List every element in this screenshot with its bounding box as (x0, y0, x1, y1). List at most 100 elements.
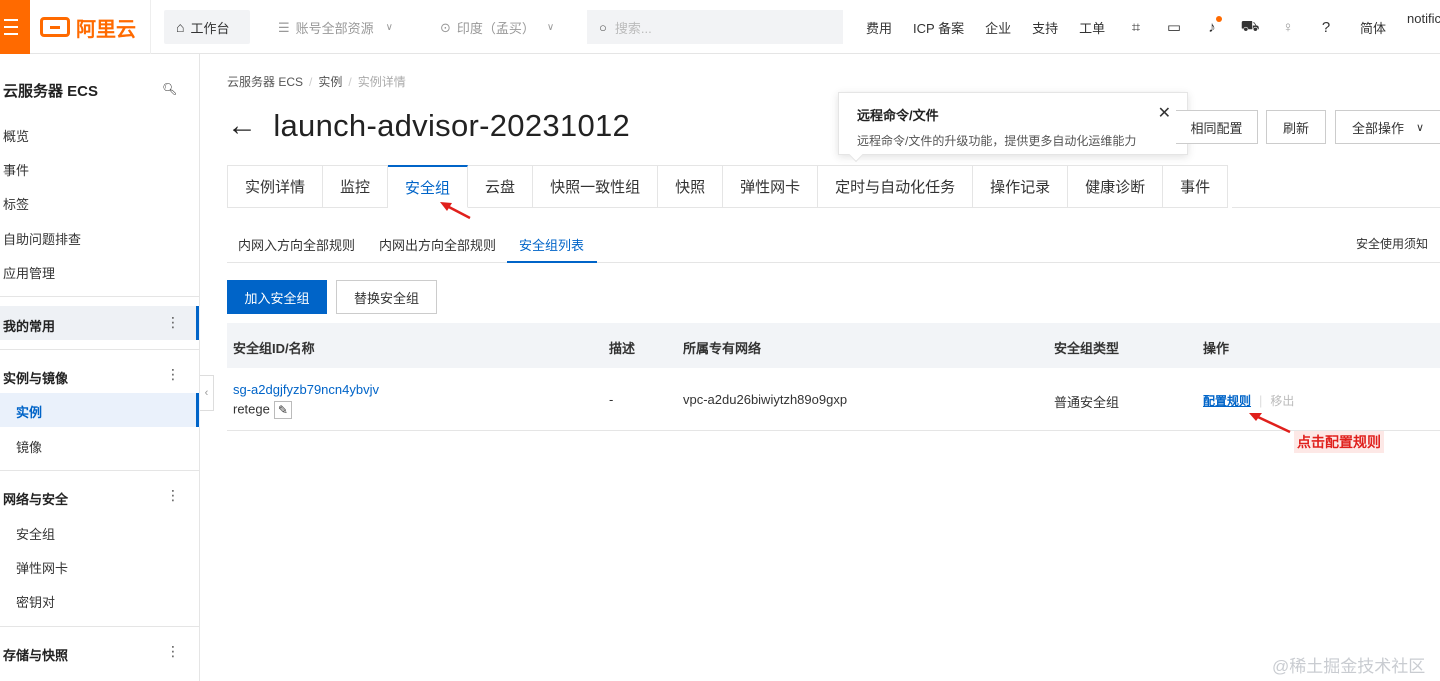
stack-icon: ☰ (278, 19, 290, 35)
popover-title: 远程命令/文件 (857, 108, 939, 123)
sidebar-group-instances[interactable]: 实例与镜像 (3, 368, 68, 387)
top-links: 费用 ICP 备案 企业 支持 工单 (866, 0, 1126, 54)
column-header-actions: 操作 (1203, 341, 1230, 356)
sidebar-item-image[interactable]: 镜像 (16, 437, 42, 456)
language-switch[interactable]: 简体 (1360, 18, 1386, 37)
all-actions-label: 全部操作 (1352, 120, 1405, 136)
chevron-down-icon: ∨ (385, 22, 393, 33)
column-header-type: 安全组类型 (1054, 341, 1120, 356)
divider (0, 470, 199, 471)
search-icon[interactable]: 🔍︎ (162, 82, 177, 96)
cart-icon[interactable]: ⛟ (1240, 17, 1260, 37)
sidebar-item-instance[interactable]: 实例 (16, 402, 42, 421)
column-header-id: 安全组ID/名称 (233, 341, 315, 356)
back-arrow-icon[interactable]: ← (227, 109, 257, 143)
subtab-sg-list[interactable]: 安全组列表 (519, 235, 584, 254)
edit-icon[interactable]: ✎ (273, 401, 292, 419)
brand-logo[interactable]: 阿里云 (40, 12, 136, 42)
page-title: ← launch-advisor-20231012 (227, 108, 630, 144)
security-notice-link[interactable]: 安全使用须知 (1356, 235, 1428, 252)
close-icon[interactable]: ✕ (1158, 103, 1171, 123)
join-security-group-button[interactable]: 加入安全组 (227, 280, 327, 314)
replace-security-group-button[interactable]: 替换安全组 (336, 280, 437, 314)
tab-instance-details[interactable]: 实例详情 (228, 165, 324, 208)
tab-operation-logs[interactable]: 操作记录 (973, 165, 1069, 208)
bell-icon[interactable]: ♪ (1202, 16, 1222, 37)
tab-health-diagnosis[interactable]: 健康诊断 (1068, 165, 1164, 208)
vpc-cell: vpc-a2du26biwiytzh89o9gxp (683, 392, 848, 407)
sidebar-item-events[interactable]: 事件 (3, 160, 29, 179)
tab-events[interactable]: 事件 (1163, 165, 1229, 208)
column-header-vpc: 所属专有网络 (683, 341, 762, 356)
help-icon[interactable]: ? (1316, 17, 1336, 37)
refresh-button[interactable]: 刷新 (1266, 110, 1326, 144)
user-account[interactable]: notific (1407, 11, 1440, 26)
lightbulb-icon[interactable]: ♀ (1278, 17, 1298, 37)
terminal-icon[interactable]: ▭ (1164, 17, 1184, 37)
top-link-icp[interactable]: ICP 备案 (913, 18, 964, 37)
remove-link[interactable]: 移出 (1270, 394, 1294, 408)
tab-disks[interactable]: 云盘 (468, 165, 534, 208)
region-select[interactable]: ⊙ 印度（孟买） ∨ (440, 18, 554, 37)
chevron-down-icon: ∨ (1416, 121, 1425, 134)
divider (0, 296, 199, 297)
app-icon[interactable]: ⌗ (1126, 17, 1146, 37)
sidebar-item-tags[interactable]: 标签 (3, 194, 29, 213)
sidebar-group-storage[interactable]: 存储与快照 (3, 645, 68, 664)
subtab-underline (507, 261, 597, 263)
sidebar-group-network[interactable]: 网络与安全 (3, 489, 68, 508)
tab-eni[interactable]: 弹性网卡 (723, 165, 819, 208)
annotation-label: 点击配置规则 (1294, 431, 1384, 453)
join-label: 加入安全组 (244, 290, 310, 306)
sidebar: 云服务器 ECS 🔍︎ 概览 事件 标签 自助问题排查 应用管理 我的常用 ⋮ … (0, 54, 200, 681)
search-placeholder: 搜索... (614, 20, 652, 36)
top-link-support[interactable]: 支持 (1032, 18, 1058, 37)
top-bar: 阿里云 ⌂ 工作台 ☰ 账号全部资源 ∨ ⊙ 印度（孟买） ∨ ○ 搜索... … (0, 0, 1440, 54)
home-icon: ⌂ (176, 19, 185, 35)
more-icon[interactable]: ⋮ (166, 366, 180, 383)
popover-arrow (848, 147, 864, 163)
region-label: 印度（孟买） (456, 21, 535, 36)
tab-snapshot-consistency[interactable]: 快照一致性组 (533, 165, 659, 208)
sidebar-item-overview[interactable]: 概览 (3, 126, 29, 145)
sidebar-item-eni[interactable]: 弹性网卡 (16, 558, 68, 577)
desc-cell: - (609, 392, 614, 407)
breadcrumb-instances[interactable]: 实例 (318, 75, 342, 89)
sidebar-item-keypair[interactable]: 密钥对 (16, 592, 55, 611)
breadcrumb-ecs[interactable]: 云服务器 ECS (227, 75, 303, 89)
sidebar-item-security-group[interactable]: 安全组 (16, 524, 55, 543)
tab-snapshots[interactable]: 快照 (658, 165, 724, 208)
collapse-sidebar-button[interactable]: ‹ (200, 375, 214, 411)
tab-security-groups[interactable]: 安全组 (388, 165, 469, 208)
security-group-name-cell: retege ✎ (233, 401, 292, 419)
resource-scope-select[interactable]: ☰ 账号全部资源 ∨ (278, 18, 393, 37)
table-header: 安全组ID/名称 描述 所属专有网络 安全组类型 操作 (227, 323, 1440, 368)
workbench-label: 工作台 (190, 20, 230, 36)
subtab-inbound-rules[interactable]: 内网入方向全部规则 (238, 235, 355, 254)
refresh-label: 刷新 (1282, 120, 1309, 136)
more-icon[interactable]: ⋮ (166, 643, 180, 660)
top-link-billing[interactable]: 费用 (866, 18, 892, 37)
remote-command-popover: 远程命令/文件 远程命令/文件的升级功能，提供更多自动化运维能力 ✕ (838, 92, 1188, 163)
favorites-bar (196, 306, 199, 340)
location-icon: ⊙ (440, 19, 451, 35)
sidebar-group-favorites[interactable]: 我的常用 (3, 316, 55, 335)
more-icon[interactable]: ⋮ (166, 487, 180, 504)
sidebar-item-apps[interactable]: 应用管理 (3, 263, 55, 282)
configure-rules-link[interactable]: 配置规则 (1203, 394, 1251, 408)
security-group-id-link[interactable]: sg-a2dgjfyzb79ncn4ybvjv (233, 382, 379, 397)
sidebar-item-troubleshoot[interactable]: 自助问题排查 (3, 229, 81, 248)
more-icon[interactable]: ⋮ (166, 314, 180, 331)
search-input[interactable]: ○ 搜索... (587, 10, 843, 44)
workbench-button[interactable]: ⌂ 工作台 (164, 10, 250, 44)
subtab-outbound-rules[interactable]: 内网出方向全部规则 (379, 235, 496, 254)
same-config-button[interactable]: 相同配置 (1176, 110, 1258, 144)
tab-scheduled-tasks[interactable]: 定时与自动化任务 (818, 165, 974, 208)
top-link-enterprise[interactable]: 企业 (985, 18, 1011, 37)
tab-monitoring[interactable]: 监控 (323, 165, 389, 208)
all-actions-button[interactable]: 全部操作 ∨ (1335, 110, 1440, 144)
menu-icon[interactable] (0, 0, 30, 54)
actions-cell: 配置规则 | 移出 (1203, 392, 1294, 409)
breadcrumb-sep: / (348, 75, 352, 89)
top-link-ticket[interactable]: 工单 (1079, 18, 1105, 37)
